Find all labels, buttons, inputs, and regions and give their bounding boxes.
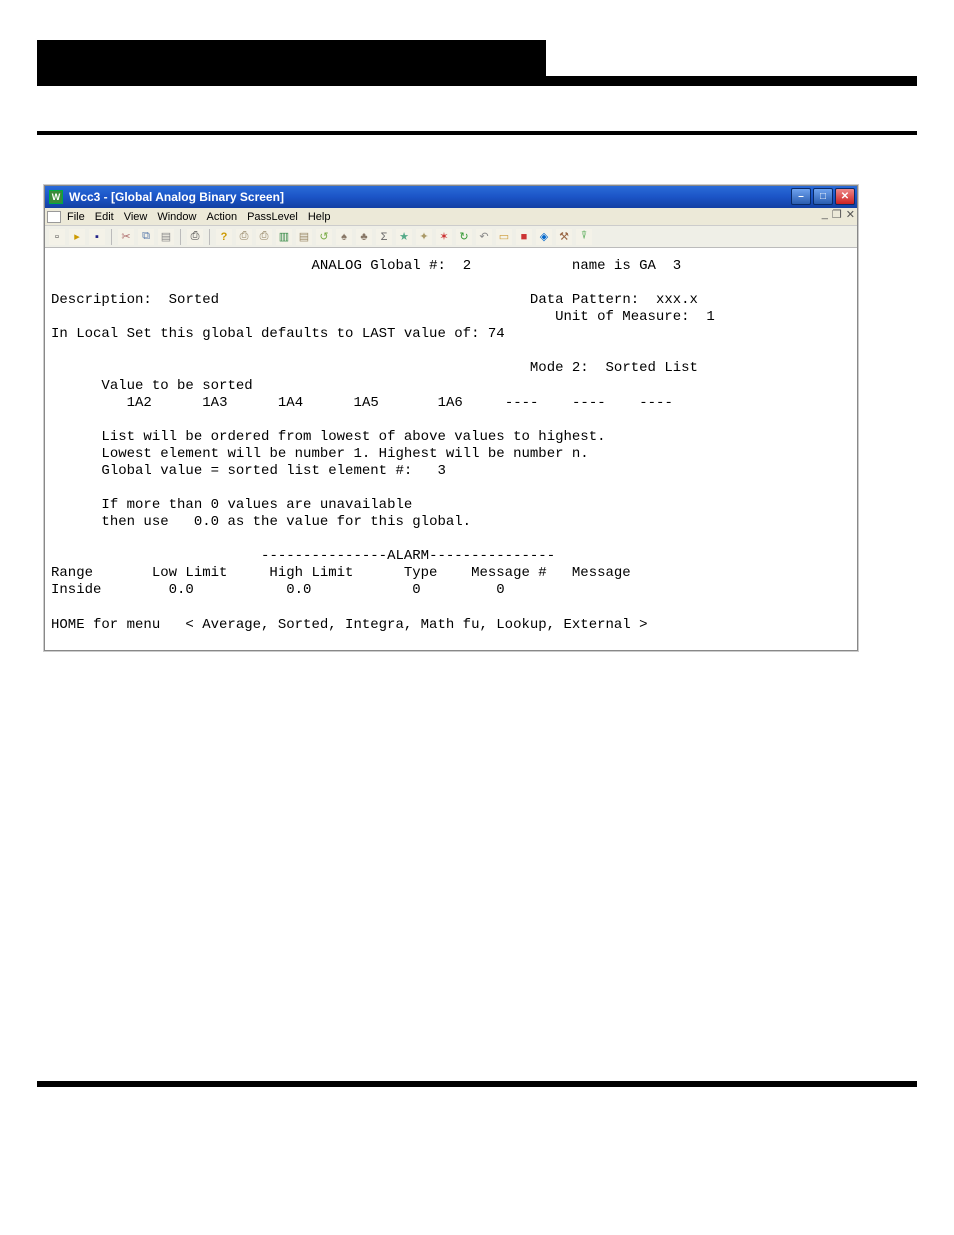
tool-icon[interactable]: ⚒ [556, 229, 572, 245]
refresh2-icon[interactable]: ↻ [456, 229, 472, 245]
body-line-2: Lowest element will be number 1. Highest… [101, 446, 588, 462]
footer-line: HOME for menu < Average, Sorted, Integra… [51, 617, 648, 633]
sort-item-5: 1A6 [438, 395, 463, 411]
doc-icon[interactable]: ▥ [276, 229, 292, 245]
description-label: Description: [51, 292, 152, 308]
local-set-line: In Local Set this global defaults to LAS… [51, 326, 505, 342]
sort-item-3: 1A4 [278, 395, 303, 411]
header-number: 2 [463, 258, 471, 274]
uom-label: Unit of Measure: [555, 309, 689, 325]
body-line-1: List will be ordered from lowest of abov… [101, 429, 605, 445]
refresh-icon[interactable]: ↺ [316, 229, 332, 245]
menu-edit[interactable]: Edit [95, 211, 114, 223]
titlebar: W Wcc3 - [Global Analog Binary Screen] –… [45, 186, 857, 208]
name-label: name is GA [572, 258, 656, 274]
header-black-block [37, 40, 546, 76]
app-window: W Wcc3 - [Global Analog Binary Screen] –… [44, 185, 858, 651]
copy2-icon[interactable]: ▤ [296, 229, 312, 245]
copy-icon[interactable]: ⧉ [138, 229, 154, 245]
unavail-line-2: then use 0.0 as the value for this globa… [101, 514, 471, 530]
alarm-headers: Range Low Limit High Limit Type Message … [51, 565, 631, 581]
header-label: ANALOG Global #: [311, 258, 445, 274]
sort-item-2: 1A3 [202, 395, 227, 411]
tree-icon[interactable]: ⍒ [576, 229, 592, 245]
menu-action[interactable]: Action [206, 211, 237, 223]
bell2-icon[interactable]: ♣ [356, 229, 372, 245]
sigma-icon[interactable]: Σ [376, 229, 392, 245]
mode-value: Sorted List [606, 360, 698, 376]
save-icon[interactable]: ▪ [89, 229, 105, 245]
back-icon[interactable]: ↶ [476, 229, 492, 245]
body-line-3-label: Global value = sorted list element #: [101, 463, 412, 479]
value-sorted-label: Value to be sorted [101, 378, 252, 394]
data-pattern-label: Data Pattern: [530, 292, 639, 308]
body-line-3-value: 3 [438, 463, 446, 479]
wand-icon[interactable]: ✦ [416, 229, 432, 245]
toolbar-sep3 [209, 229, 210, 245]
description-value: Sorted [169, 292, 219, 308]
printer3-icon[interactable]: ⎙ [256, 229, 272, 245]
cut-icon[interactable]: ✂ [118, 229, 134, 245]
name-number: 3 [673, 258, 681, 274]
horizontal-rule-bottom [37, 1081, 917, 1087]
minimize-button[interactable]: – [791, 188, 811, 205]
sort-item-6: ---- [505, 395, 539, 411]
help-icon[interactable]: ? [216, 229, 232, 245]
menubar: File Edit View Window Action PassLevel H… [45, 208, 857, 226]
box-icon[interactable]: ▭ [496, 229, 512, 245]
print-icon[interactable]: ⎙ [187, 229, 203, 245]
mdi-doc-icon [47, 211, 61, 223]
sort-item-8: ---- [639, 395, 673, 411]
mdi-restore-button[interactable]: ❐ [832, 208, 842, 221]
mode-label: Mode 2: [530, 360, 589, 376]
paste-icon[interactable]: ▤ [158, 229, 174, 245]
header-black-extend [37, 76, 917, 86]
data-pattern-value: xxx.x [656, 292, 698, 308]
window-title: Wcc3 - [Global Analog Binary Screen] [69, 190, 284, 204]
app-icon: W [49, 190, 63, 204]
printer2-icon[interactable]: ⎙ [236, 229, 252, 245]
mdi-minimize-button[interactable]: _ [822, 208, 828, 221]
star2-icon[interactable]: ✶ [436, 229, 452, 245]
uom-value: 1 [706, 309, 714, 325]
toolbar-sep2 [180, 229, 181, 245]
close-button[interactable]: ✕ [835, 188, 855, 205]
toolbar: ▫ ▸ ▪ ✂ ⧉ ▤ ⎙ ? ⎙ ⎙ ▥ ▤ ↺ ♠ ♣ Σ ★ ✦ ✶ ↻ … [45, 226, 857, 248]
menu-window[interactable]: Window [157, 211, 196, 223]
sort-item-7: ---- [572, 395, 606, 411]
sort-item-1: 1A2 [127, 395, 152, 411]
unavail-line-1: If more than 0 values are unavailable [101, 497, 412, 513]
menu-passlevel[interactable]: PassLevel [247, 211, 298, 223]
toolbar-sep [111, 229, 112, 245]
maximize-button[interactable]: □ [813, 188, 833, 205]
bell-icon[interactable]: ♠ [336, 229, 352, 245]
content-area: ANALOG Global #: 2 name is GA 3 Descript… [45, 248, 857, 650]
mdi-close-button[interactable]: ✕ [846, 208, 855, 221]
new-icon[interactable]: ▫ [49, 229, 65, 245]
menu-help[interactable]: Help [308, 211, 331, 223]
horizontal-rule-top [37, 131, 917, 135]
star-icon[interactable]: ★ [396, 229, 412, 245]
alarm-row: Inside 0.0 0.0 0 0 [51, 582, 505, 598]
sort-item-4: 1A5 [354, 395, 379, 411]
menu-view[interactable]: View [124, 211, 148, 223]
alarm-divider: ---------------ALARM--------------- [261, 548, 555, 564]
stop-icon[interactable]: ■ [516, 229, 532, 245]
menu-file[interactable]: File [67, 211, 85, 223]
open-icon[interactable]: ▸ [69, 229, 85, 245]
target-icon[interactable]: ◈ [536, 229, 552, 245]
